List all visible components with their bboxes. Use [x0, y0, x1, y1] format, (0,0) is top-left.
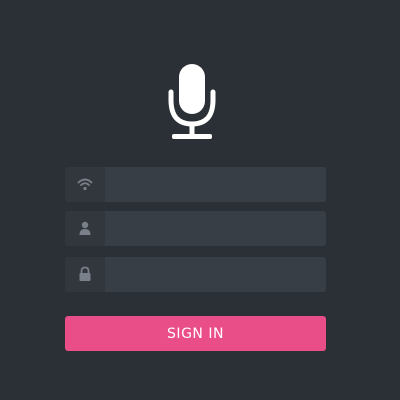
username-field-icon-box [65, 211, 105, 246]
network-field-icon-box [65, 167, 105, 202]
password-field [65, 257, 326, 292]
network-input[interactable] [105, 167, 326, 202]
password-field-icon-box [65, 257, 105, 292]
login-screen: SIGN IN [0, 0, 400, 400]
lock-icon [79, 266, 91, 281]
wifi-icon [77, 178, 93, 191]
user-icon [79, 221, 91, 235]
username-input[interactable] [105, 211, 326, 246]
sign-in-button[interactable]: SIGN IN [65, 316, 326, 351]
username-field [65, 211, 326, 246]
network-field [65, 167, 326, 202]
password-input[interactable] [105, 257, 326, 292]
microphone-icon [168, 64, 216, 139]
